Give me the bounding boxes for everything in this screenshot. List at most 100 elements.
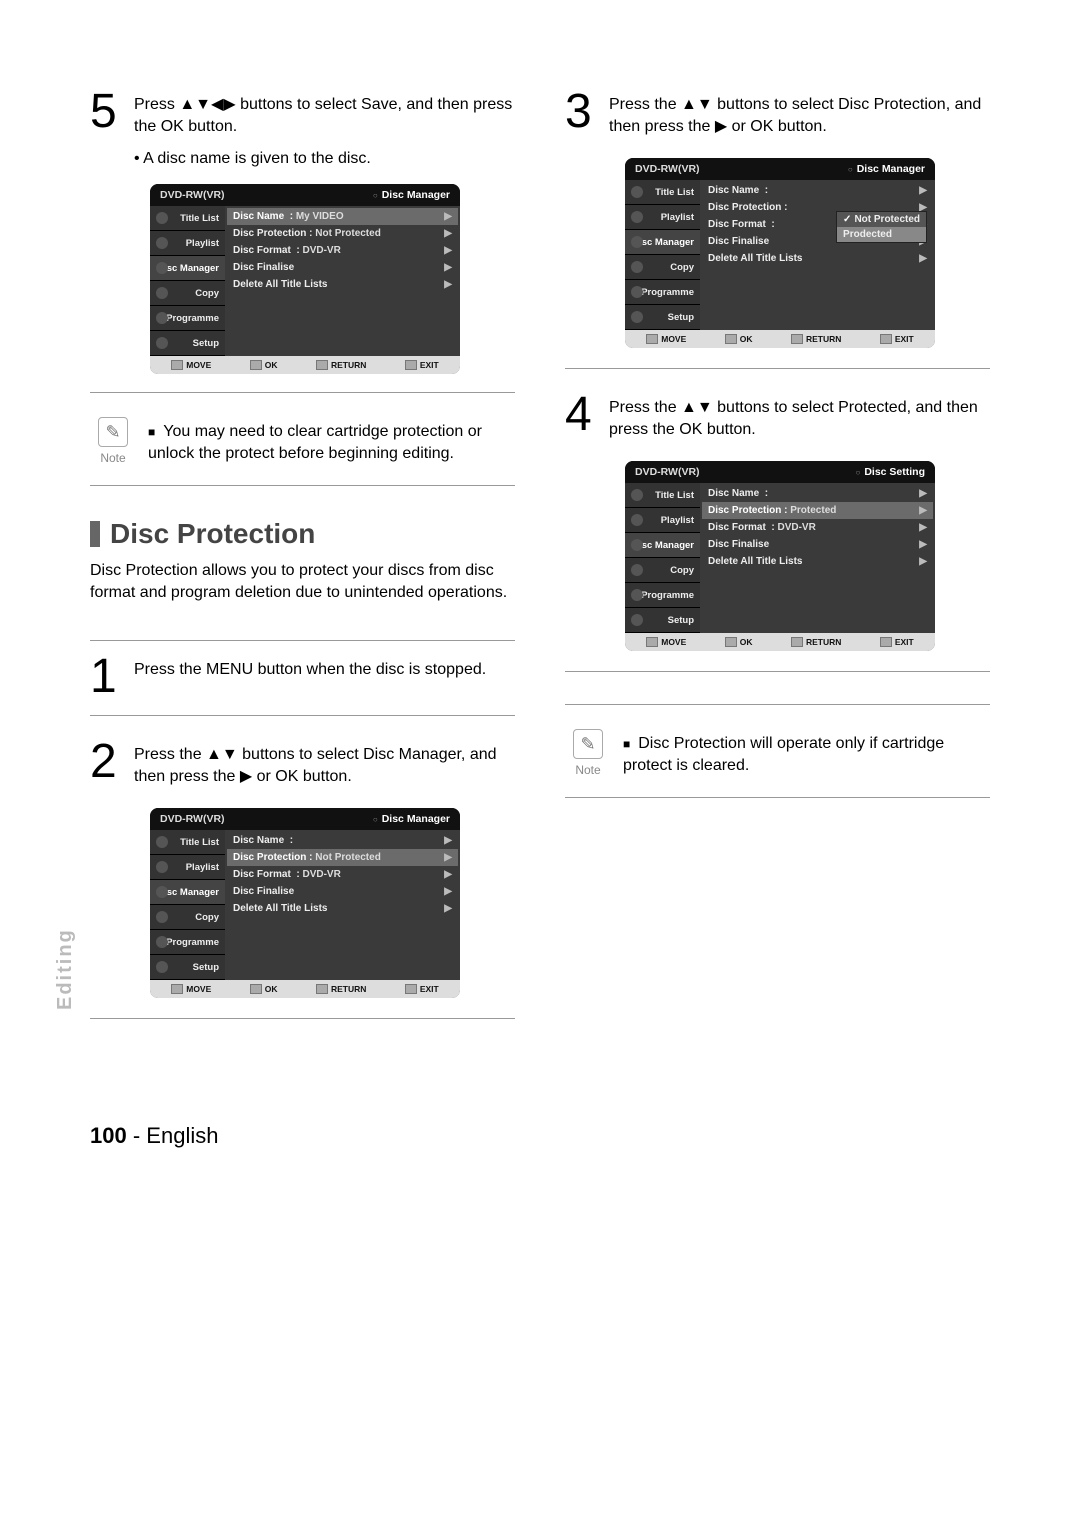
row-delete-all[interactable]: Delete All Title Lists▶ bbox=[227, 276, 458, 293]
page-footer: 100 - English bbox=[90, 1123, 990, 1149]
page-number: 100 bbox=[90, 1123, 127, 1148]
square-bullet-icon: ■ bbox=[623, 737, 630, 751]
side-item-disc-manager[interactable]: Disc Manager bbox=[625, 533, 700, 558]
side-item-playlist[interactable]: Playlist bbox=[625, 205, 700, 230]
osd-footer: MOVE OK RETURN EXIT bbox=[625, 633, 935, 651]
row-delete-all[interactable]: Delete All Title Lists▶ bbox=[702, 250, 933, 267]
step-text: Press the ▲▼ buttons to select Disc Prot… bbox=[609, 90, 990, 138]
step-text: Press the MENU button when the disc is s… bbox=[134, 655, 486, 681]
note-cartridge: ✎ Note ■You may need to clear cartridge … bbox=[90, 407, 515, 475]
osd-top-left: DVD-RW(VR) bbox=[160, 813, 225, 825]
move-key-icon bbox=[646, 334, 658, 344]
step-5-subtext: • A disc name is given to the disc. bbox=[134, 148, 515, 170]
row-disc-finalise[interactable]: Disc Finalise▶ bbox=[227, 883, 458, 900]
row-delete-all[interactable]: Delete All Title Lists▶ bbox=[702, 553, 933, 570]
osd-screenshot-d: DVD-RW(VR) ○Disc Setting Title List Play… bbox=[625, 461, 990, 651]
exit-key-icon bbox=[880, 334, 892, 344]
right-arrow-icon: ▶ bbox=[919, 522, 927, 533]
side-item-disc-manager[interactable]: Disc Manager bbox=[625, 230, 700, 255]
side-item-playlist[interactable]: Playlist bbox=[150, 855, 225, 880]
row-disc-format[interactable]: Disc Format : DVD-VR▶ bbox=[227, 866, 458, 883]
side-item-copy[interactable]: Copy bbox=[150, 281, 225, 306]
side-item-playlist[interactable]: Playlist bbox=[625, 508, 700, 533]
right-arrow-icon: ▶ bbox=[444, 886, 452, 897]
side-item-disc-manager[interactable]: Disc Manager bbox=[150, 880, 225, 905]
return-key-icon bbox=[316, 360, 328, 370]
right-arrow-icon: ▶ bbox=[444, 279, 452, 290]
step-number: 4 bbox=[565, 393, 609, 437]
row-disc-name[interactable]: Disc Name : My VIDEO▶ bbox=[227, 208, 458, 225]
page-language: English bbox=[146, 1123, 218, 1148]
side-item-disc-manager[interactable]: Disc Manager bbox=[150, 256, 225, 281]
pencil-icon: ✎ bbox=[573, 729, 603, 759]
row-disc-protection[interactable]: Disc Protection : ▶ ✓Not Protected Prode… bbox=[702, 199, 933, 216]
side-item-setup[interactable]: Setup bbox=[150, 955, 225, 980]
osd-screenshot-a: DVD-RW(VR) ○Disc Manager Title List Play… bbox=[150, 184, 515, 374]
note-label: Note bbox=[575, 763, 600, 777]
osd-top-left: DVD-RW(VR) bbox=[160, 189, 225, 201]
side-item-title-list[interactable]: Title List bbox=[150, 830, 225, 855]
side-item-programme[interactable]: Programme bbox=[625, 280, 700, 305]
step-number: 2 bbox=[90, 740, 134, 784]
right-column: 3 Press the ▲▼ buttons to select Disc Pr… bbox=[565, 90, 990, 1043]
side-item-setup[interactable]: Setup bbox=[625, 305, 700, 330]
osd-footer: MOVE OK RETURN EXIT bbox=[150, 980, 460, 998]
osd-top-right: Disc Manager bbox=[382, 813, 450, 825]
side-item-setup[interactable]: Setup bbox=[150, 331, 225, 356]
step-text: Press the ▲▼ buttons to select Disc Mana… bbox=[134, 740, 515, 788]
manual-page: Editing 5 Press ▲▼◀▶ buttons to select S… bbox=[0, 0, 1080, 1189]
osd-top-left: DVD-RW(VR) bbox=[635, 163, 700, 175]
two-columns: 5 Press ▲▼◀▶ buttons to select Save, and… bbox=[90, 90, 990, 1043]
side-item-title-list[interactable]: Title List bbox=[625, 483, 700, 508]
osd-screenshot-c: DVD-RW(VR) ○Disc Manager Title List Play… bbox=[625, 158, 990, 348]
row-disc-format[interactable]: Disc Format : DVD-VR▶ bbox=[702, 519, 933, 536]
osd-top-right: Disc Manager bbox=[382, 189, 450, 201]
side-item-setup[interactable]: Setup bbox=[625, 608, 700, 633]
ok-key-icon bbox=[250, 360, 262, 370]
row-disc-protection[interactable]: Disc Protection : Protected▶ bbox=[702, 502, 933, 519]
return-key-icon bbox=[791, 637, 803, 647]
row-disc-protection[interactable]: Disc Protection : Not Protected▶ bbox=[227, 225, 458, 242]
osd-footer: MOVE OK RETURN EXIT bbox=[150, 356, 460, 374]
side-item-copy[interactable]: Copy bbox=[625, 558, 700, 583]
osd-top-right: Disc Setting bbox=[864, 466, 925, 478]
step-1: 1 Press the MENU button when the disc is… bbox=[90, 655, 515, 699]
right-arrow-icon: ▶ bbox=[919, 488, 927, 499]
right-arrow-icon: ▶ bbox=[919, 253, 927, 264]
ok-key-icon bbox=[725, 334, 737, 344]
step-text: Press the ▲▼ buttons to select Protected… bbox=[609, 393, 990, 441]
right-arrow-icon: ▶ bbox=[444, 835, 452, 846]
ok-key-icon bbox=[725, 637, 737, 647]
note-label: Note bbox=[100, 451, 125, 465]
side-item-title-list[interactable]: Title List bbox=[150, 206, 225, 231]
section-title: Disc Protection bbox=[110, 518, 315, 550]
row-disc-protection[interactable]: Disc Protection : Not Protected▶ bbox=[227, 849, 458, 866]
row-disc-name[interactable]: Disc Name : ▶ bbox=[702, 485, 933, 502]
row-disc-name[interactable]: Disc Name : ▶ bbox=[227, 832, 458, 849]
step-3: 3 Press the ▲▼ buttons to select Disc Pr… bbox=[565, 90, 990, 138]
side-item-copy[interactable]: Copy bbox=[625, 255, 700, 280]
step-number: 5 bbox=[90, 90, 134, 134]
step-text: Press ▲▼◀▶ buttons to select Save, and t… bbox=[134, 90, 515, 138]
row-disc-finalise[interactable]: Disc Finalise▶ bbox=[702, 536, 933, 553]
popup-option-protected[interactable]: Prodected bbox=[837, 227, 926, 242]
osd-screenshot-b: DVD-RW(VR) ○Disc Manager Title List Play… bbox=[150, 808, 515, 998]
osd-top-left: DVD-RW(VR) bbox=[635, 466, 700, 478]
right-arrow-icon: ▶ bbox=[444, 262, 452, 273]
row-delete-all[interactable]: Delete All Title Lists▶ bbox=[227, 900, 458, 917]
pencil-icon: ✎ bbox=[98, 417, 128, 447]
osd-top-right: Disc Manager bbox=[857, 163, 925, 175]
row-disc-name[interactable]: Disc Name : ▶ bbox=[702, 182, 933, 199]
move-key-icon bbox=[171, 984, 183, 994]
side-item-programme[interactable]: Programme bbox=[150, 306, 225, 331]
side-section-label: Editing bbox=[54, 928, 77, 1010]
side-item-programme[interactable]: Programme bbox=[150, 930, 225, 955]
row-disc-finalise[interactable]: Disc Finalise▶ bbox=[227, 259, 458, 276]
right-arrow-icon: ▶ bbox=[444, 903, 452, 914]
popup-option-not-protected[interactable]: ✓Not Protected bbox=[837, 212, 926, 227]
side-item-copy[interactable]: Copy bbox=[150, 905, 225, 930]
side-item-programme[interactable]: Programme bbox=[625, 583, 700, 608]
side-item-title-list[interactable]: Title List bbox=[625, 180, 700, 205]
row-disc-format[interactable]: Disc Format : DVD-VR▶ bbox=[227, 242, 458, 259]
side-item-playlist[interactable]: Playlist bbox=[150, 231, 225, 256]
